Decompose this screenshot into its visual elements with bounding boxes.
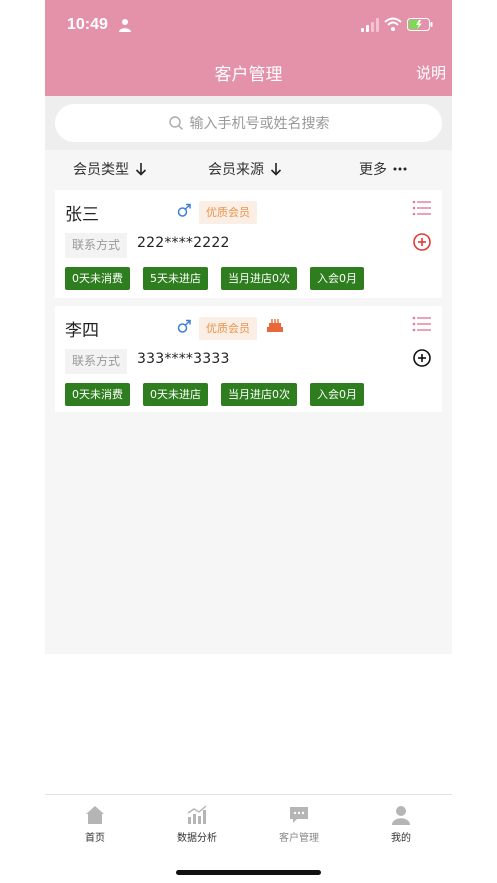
contact-label: 联系方式	[65, 233, 128, 258]
member-level-badge: 优质会员	[199, 317, 257, 340]
tag-days-no-visit: 5天未进店	[143, 267, 208, 290]
chart-icon	[187, 805, 207, 824]
person-icon	[119, 19, 131, 32]
tag-membership-months: 入会0月	[310, 267, 364, 290]
more-dots-icon	[393, 167, 407, 171]
tab-label: 我的	[391, 833, 411, 844]
add-circle-icon[interactable]	[412, 348, 432, 368]
member-source-label: 会员来源	[208, 162, 264, 178]
search-icon	[168, 116, 183, 130]
member-source-filter[interactable]: 会员来源	[208, 159, 282, 179]
customer-card[interactable]: 李四 优质会员 联系方式 333****3333 0天未消费 0天未进店 当月进…	[55, 306, 442, 412]
customer-card[interactable]: 张三 优质会员 联系方式 222****2222 0天未消费 5天未进店 当月进…	[55, 190, 442, 298]
tab-label: 客户管理	[279, 833, 319, 844]
tag-days-no-visit: 0天未进店	[143, 383, 208, 406]
status-time: 10:49	[67, 16, 108, 33]
tab-bar: 首页 数据分析 客户管理 我的	[45, 794, 452, 850]
phone-number: 333****3333	[137, 351, 230, 367]
header: 10:49 客户管理 说明	[45, 0, 452, 96]
filter-bar: 会员类型 会员来源 更多	[45, 150, 452, 188]
member-type-filter[interactable]: 会员类型	[73, 159, 147, 179]
battery-icon	[407, 18, 433, 31]
contact-label: 联系方式	[65, 349, 128, 374]
tab-customer-management[interactable]: 客户管理	[249, 795, 349, 851]
page-title: 客户管理	[214, 65, 283, 85]
signal-icon	[361, 18, 379, 32]
more-label: 更多	[359, 162, 387, 178]
search-placeholder: 输入手机号或姓名搜索	[189, 116, 330, 132]
list-icon[interactable]	[412, 200, 432, 216]
search-bar: 输入手机号或姓名搜索	[45, 96, 452, 150]
tag-days-no-purchase: 0天未消费	[65, 267, 130, 290]
phone-screen: 10:49 客户管理 说明 输入手机号或姓名搜索 会员类型 会员来源 更多 张三…	[0, 0, 497, 883]
tag-month-visits: 当月进店0次	[221, 383, 297, 406]
list-icon[interactable]	[412, 316, 432, 332]
help-link[interactable]: 说明	[416, 62, 446, 83]
arrow-down-icon	[135, 163, 147, 176]
male-icon	[177, 203, 191, 217]
add-circle-icon[interactable]	[412, 232, 432, 252]
arrow-down-icon	[270, 163, 282, 176]
tab-data-analysis[interactable]: 数据分析	[147, 795, 247, 851]
tab-home[interactable]: 首页	[45, 795, 145, 851]
home-icon	[86, 806, 104, 824]
member-type-label: 会员类型	[73, 162, 129, 178]
tab-label: 数据分析	[177, 833, 217, 844]
birthday-cake-icon	[267, 319, 283, 332]
search-input[interactable]: 输入手机号或姓名搜索	[55, 104, 442, 142]
tab-mine[interactable]: 我的	[351, 795, 451, 851]
user-icon	[392, 806, 410, 825]
tag-month-visits: 当月进店0次	[221, 267, 297, 290]
chat-icon	[290, 807, 308, 823]
customer-name: 张三	[65, 205, 99, 225]
tag-days-no-purchase: 0天未消费	[65, 383, 130, 406]
wifi-icon	[384, 17, 402, 31]
tab-label: 首页	[85, 833, 105, 844]
main-content: 输入手机号或姓名搜索 会员类型 会员来源 更多 张三 优质会员 联系方式 222…	[45, 96, 452, 654]
phone-number: 222****2222	[137, 235, 230, 251]
status-bar: 10:49	[45, 0, 452, 52]
more-filter[interactable]: 更多	[359, 159, 407, 179]
home-indicator	[176, 870, 321, 875]
male-icon	[177, 319, 191, 333]
member-level-badge: 优质会员	[199, 201, 257, 224]
customer-name: 李四	[65, 321, 99, 341]
tag-membership-months: 入会0月	[310, 383, 364, 406]
